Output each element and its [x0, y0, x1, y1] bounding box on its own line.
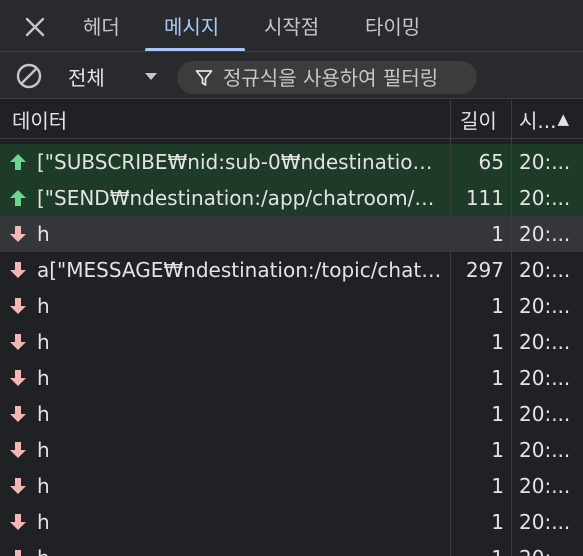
block-icon: [16, 63, 42, 89]
tab-bar: 헤더 메시지 시작점 타이밍: [0, 0, 583, 52]
tab-messages-label: 메시지: [164, 15, 220, 39]
arrow-up-icon: [10, 190, 26, 206]
tab-timing[interactable]: 타이밍: [365, 0, 420, 51]
sort-ascending-icon: ▲: [557, 110, 570, 128]
table-row[interactable]: h 1 20:...: [0, 216, 583, 252]
message-time: 20:...: [519, 294, 571, 318]
active-tab-indicator: [145, 48, 245, 51]
message-length: 1: [452, 540, 504, 556]
message-data: h: [37, 294, 50, 318]
message-data: h: [37, 510, 50, 534]
column-header-data[interactable]: 데이터: [12, 100, 442, 138]
table-row[interactable]: h 1 20:...: [0, 504, 583, 540]
message-length: 1: [491, 510, 504, 534]
message-type-value: 전체: [68, 65, 105, 90]
message-length: 111: [465, 186, 504, 210]
message-data: ["SUBSCRIBE₩nid:sub-0₩ndestination:/topi…: [37, 150, 443, 174]
message-data: h: [37, 474, 50, 498]
arrow-down-icon: [10, 226, 26, 242]
message-length: 1: [491, 222, 504, 246]
tab-headers-label: 헤더: [83, 15, 120, 39]
message-data: h: [37, 402, 50, 426]
table-row[interactable]: h 1 20:...: [0, 468, 583, 504]
message-time: 20:...: [519, 540, 575, 556]
message-length: 1: [491, 402, 504, 426]
message-time: 20:...: [519, 366, 571, 390]
table-row[interactable]: h 1 20:...: [0, 432, 583, 468]
message-length: 1: [491, 330, 504, 354]
arrow-up-icon: [10, 154, 26, 170]
message-type-select[interactable]: 전체: [56, 60, 166, 92]
message-data: h: [37, 438, 50, 462]
message-data: h: [37, 222, 50, 246]
arrow-down-icon: [10, 478, 26, 494]
column-header-time[interactable]: 시... ▲: [519, 100, 583, 138]
arrow-down-icon: [10, 514, 26, 530]
message-data: h: [37, 366, 50, 390]
devtools-websocket-panel: 헤더 메시지 시작점 타이밍 전체 정규식을 사용하여 필터링 데이터 길이 시…: [0, 0, 583, 556]
message-time: 20:...: [519, 150, 571, 174]
message-time: 20:...: [519, 186, 571, 210]
message-length: 1: [491, 438, 504, 462]
table-row[interactable]: h 1 20:...: [0, 324, 583, 360]
tab-messages[interactable]: 메시지: [164, 0, 219, 51]
table-row[interactable]: h 1 20:...: [0, 396, 583, 432]
message-length: 1: [491, 474, 504, 498]
arrow-down-icon: [10, 442, 26, 458]
filter-input[interactable]: [223, 61, 473, 94]
message-data: h: [37, 540, 443, 556]
column-header-length[interactable]: 길이: [460, 100, 506, 138]
message-time: 20:...: [519, 474, 571, 498]
arrow-down-icon: [10, 298, 26, 314]
close-button[interactable]: [22, 14, 48, 40]
filter-field[interactable]: [177, 61, 477, 94]
arrow-down-icon: [10, 370, 26, 386]
column-divider[interactable]: [511, 100, 512, 556]
messages-toolbar: 전체: [0, 52, 583, 99]
tab-initiator[interactable]: 시작점: [264, 0, 319, 51]
column-divider[interactable]: [450, 100, 451, 556]
column-header-data-label: 데이터: [12, 108, 68, 133]
arrow-down-icon: [10, 262, 26, 278]
message-length: 297: [465, 258, 504, 282]
filter-icon: [195, 70, 213, 86]
message-time: 20:...: [519, 330, 571, 354]
arrow-down-icon: [10, 406, 26, 422]
table-row[interactable]: ["SUBSCRIBE₩nid:sub-0₩ndestination:/topi…: [0, 144, 583, 180]
column-header-time-label: 시...: [519, 108, 557, 133]
message-time: 20:...: [519, 402, 571, 426]
column-header-length-label: 길이: [460, 108, 497, 133]
table-row[interactable]: a["MESSAGE₩ndestination:/topic/chatroom/…: [0, 252, 583, 288]
table-row[interactable]: ["SEND₩ndestination:/app/chatroom/9... 11…: [0, 180, 583, 216]
message-time: 20:...: [519, 438, 571, 462]
message-time: 20:...: [519, 222, 571, 246]
message-time: 20:...: [519, 510, 571, 534]
message-length: 1: [491, 294, 504, 318]
message-length: 65: [478, 150, 504, 174]
arrow-down-icon: [15, 550, 21, 556]
tab-headers[interactable]: 헤더: [83, 0, 120, 51]
tab-initiator-label: 시작점: [264, 15, 320, 39]
close-icon: [25, 17, 45, 37]
tab-timing-label: 타이밍: [365, 15, 421, 39]
table-row[interactable]: h1 20:...: [0, 540, 583, 556]
clear-messages-button[interactable]: [14, 61, 44, 91]
message-time: 20:...: [519, 258, 571, 282]
arrow-down-icon: [10, 334, 26, 350]
messages-table-body: ["SUBSCRIBE₩nid:sub-0₩ndestination:/topi…: [0, 140, 583, 556]
message-data: ["SEND₩ndestination:/app/chatroom/9...: [37, 186, 443, 210]
table-row[interactable]: h 1 20:...: [0, 288, 583, 324]
table-header: 데이터 길이 시... ▲: [0, 100, 583, 139]
table-row[interactable]: h 1 20:...: [0, 360, 583, 396]
message-data: a["MESSAGE₩ndestination:/topic/chatroom/…: [37, 258, 443, 282]
chevron-down-icon: [145, 73, 157, 80]
message-data: h: [37, 330, 50, 354]
message-length: 1: [491, 366, 504, 390]
